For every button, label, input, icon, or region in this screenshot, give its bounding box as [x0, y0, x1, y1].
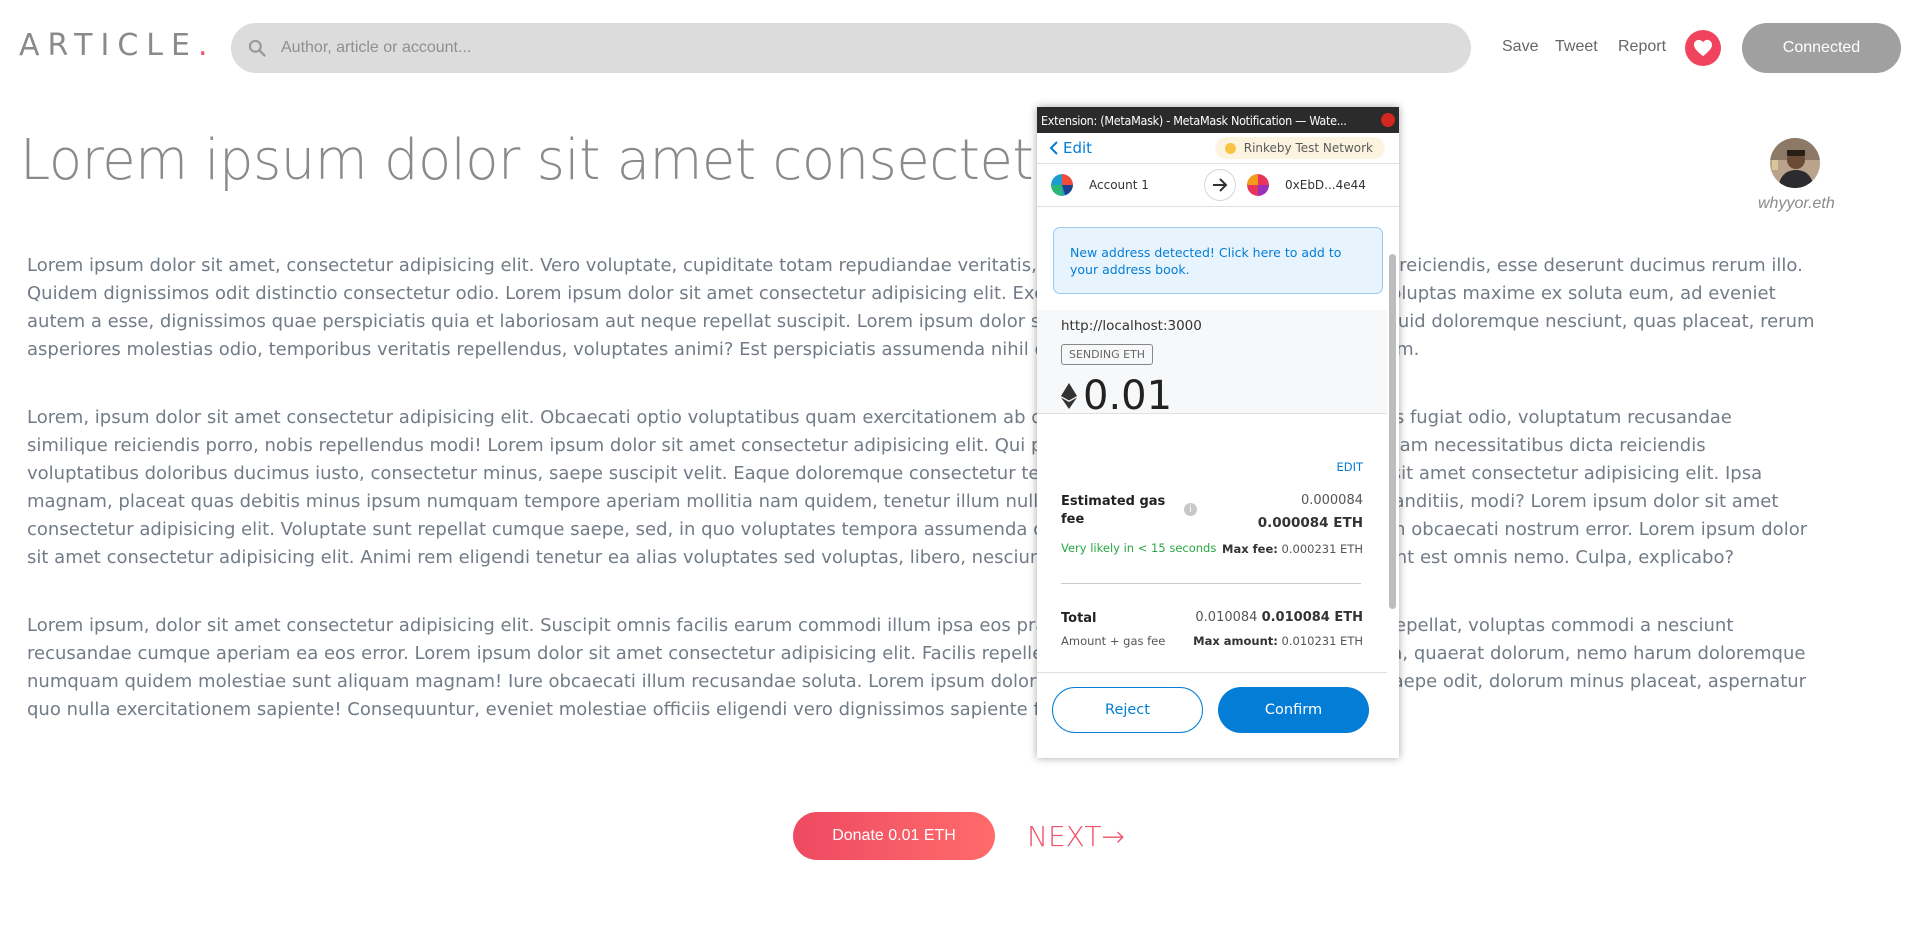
- donate-button[interactable]: Donate 0.01 ETH: [793, 812, 995, 860]
- total-section: Total 0.010084 0.010084 ETH Amount + gas…: [1061, 610, 1363, 648]
- heart-icon: [1694, 39, 1712, 57]
- close-window-icon[interactable]: [1381, 113, 1395, 127]
- tweet-link[interactable]: Tweet: [1555, 38, 1598, 56]
- edit-label: Edit: [1063, 139, 1093, 157]
- to-account-address: 0xEbD...4e44: [1285, 178, 1366, 192]
- search-input[interactable]: [279, 38, 1383, 58]
- gas-fee-likely: Very likely in < 15 seconds: [1061, 541, 1217, 555]
- network-name: Rinkeby Test Network: [1243, 141, 1373, 155]
- article-paragraph-2: Lorem, ipsum dolor sit amet consectetur …: [27, 407, 1808, 568]
- arrow-right-icon: [1204, 169, 1236, 201]
- eth-icon: [1061, 383, 1077, 409]
- logo-text: ARTICLE: [19, 28, 198, 63]
- max-amount: Max amount: 0.010231 ETH: [1193, 634, 1363, 648]
- save-link[interactable]: Save: [1502, 38, 1538, 56]
- edit-gas-link[interactable]: EDIT: [1336, 460, 1363, 474]
- total-amount: 0.010084 0.010084 ETH: [1195, 610, 1363, 625]
- search-bar[interactable]: [231, 23, 1471, 73]
- sending-eth-badge: SENDING ETH: [1061, 344, 1154, 365]
- to-account: 0xEbD...4e44: [1247, 174, 1366, 196]
- info-icon[interactable]: i: [1184, 503, 1197, 516]
- transaction-summary: http://localhost:3000 SENDING ETH 0.01: [1037, 310, 1387, 419]
- article-paragraph-3: Lorem ipsum, dolor sit amet consectetur …: [27, 615, 1807, 720]
- from-identicon-icon: [1051, 174, 1073, 196]
- gas-fee-secondary: 0.000084: [1300, 493, 1363, 508]
- like-button[interactable]: [1685, 30, 1721, 66]
- logo-dot: .: [197, 28, 208, 63]
- total-secondary: 0.010084: [1195, 610, 1258, 625]
- author-name[interactable]: whyyor.eth: [1758, 195, 1835, 213]
- popup-scrollbar[interactable]: [1389, 254, 1396, 609]
- max-fee: Max fee: 0.000231 ETH: [1222, 542, 1363, 556]
- confirm-button[interactable]: Confirm: [1218, 687, 1369, 733]
- total-sub-label: Amount + gas fee: [1061, 634, 1166, 648]
- gas-fee-label: Estimated gas fee: [1061, 494, 1166, 527]
- gas-fee-section: Estimated gas fee i 0.000084 0.000084 ET…: [1061, 493, 1363, 556]
- gas-fee-primary: 0.000084 ETH: [1257, 515, 1363, 531]
- gas-divider: [1061, 583, 1361, 584]
- metamask-titlebar: Extension: (MetaMask) - MetaMask Notific…: [1037, 107, 1399, 133]
- metamask-top-bar: Edit Rinkeby Test Network: [1037, 133, 1399, 164]
- edit-back-button[interactable]: Edit: [1049, 139, 1092, 157]
- site-logo[interactable]: ARTICLE.: [19, 28, 208, 63]
- from-account: Account 1: [1051, 174, 1149, 196]
- confirm-footer: Reject Confirm: [1037, 672, 1387, 758]
- reject-button[interactable]: Reject: [1052, 687, 1203, 733]
- amount-value: 0.01: [1083, 373, 1173, 419]
- from-account-name: Account 1: [1089, 178, 1149, 192]
- max-amount-label: Max amount:: [1193, 634, 1278, 648]
- window-title: Extension: (MetaMask) - MetaMask Notific…: [1041, 112, 1347, 128]
- total-primary: 0.010084 ETH: [1261, 610, 1363, 625]
- network-dot-icon: [1224, 142, 1236, 154]
- max-fee-label: Max fee:: [1222, 542, 1278, 556]
- search-icon: [248, 39, 266, 57]
- new-address-alert[interactable]: New address detected! Click here to add …: [1053, 227, 1383, 294]
- report-link[interactable]: Report: [1618, 38, 1666, 56]
- network-indicator: Rinkeby Test Network: [1214, 137, 1385, 159]
- article-paragraph-1: Lorem ipsum dolor sit amet, consectetur …: [27, 255, 1815, 360]
- avatar-image: [1770, 138, 1820, 188]
- max-amount-value: 0.010231 ETH: [1281, 634, 1363, 648]
- connected-button[interactable]: Connected: [1742, 23, 1901, 73]
- send-amount: 0.01: [1061, 373, 1387, 419]
- origin-url: http://localhost:3000: [1061, 318, 1202, 334]
- metamask-popup: Extension: (MetaMask) - MetaMask Notific…: [1037, 107, 1399, 758]
- next-link[interactable]: NEXT→: [1027, 820, 1125, 853]
- max-fee-value: 0.000231 ETH: [1281, 542, 1363, 556]
- chevron-left-icon: [1049, 141, 1058, 155]
- author-avatar[interactable]: [1770, 138, 1820, 188]
- to-identicon-icon: [1247, 174, 1269, 196]
- article-title: Lorem ipsum dolor sit amet consectetur.: [20, 128, 1101, 193]
- account-transfer-bar: Account 1 0xEbD...4e44: [1037, 164, 1399, 207]
